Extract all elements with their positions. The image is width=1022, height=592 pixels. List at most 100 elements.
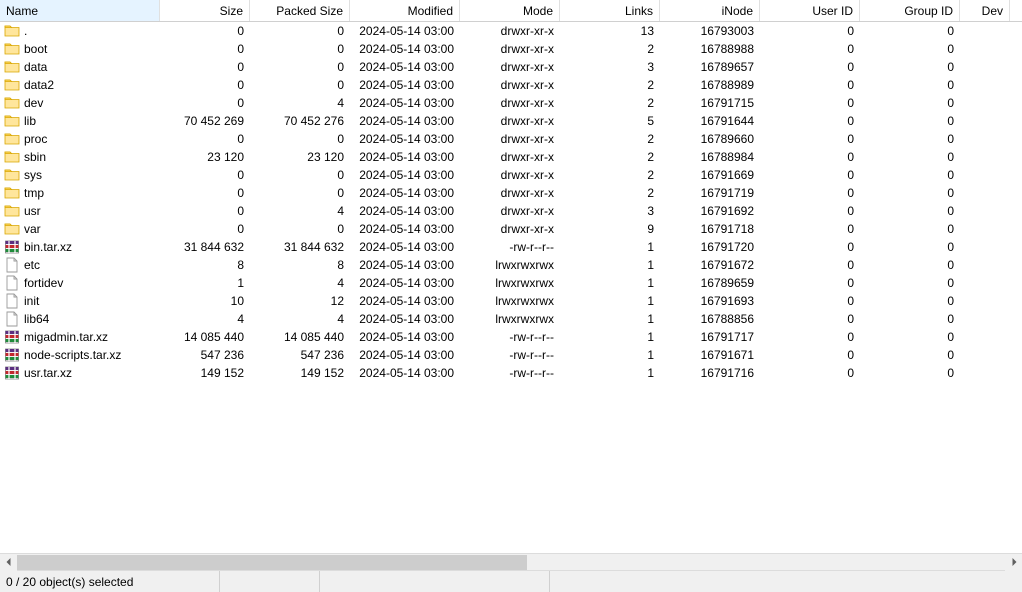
header-mode[interactable]: Mode xyxy=(460,0,560,21)
file-name: fortidev xyxy=(24,276,63,290)
cell-size: 0 xyxy=(160,222,250,236)
table-row[interactable]: var002024-05-14 03:00drwxr-xr-x916791718… xyxy=(0,220,1022,238)
table-row[interactable]: node-scripts.tar.xz547 236547 2362024-05… xyxy=(0,346,1022,364)
cell-modified: 2024-05-14 03:00 xyxy=(350,60,460,74)
cell-packed: 0 xyxy=(250,78,350,92)
cell-uid: 0 xyxy=(760,24,860,38)
cell-packed: 14 085 440 xyxy=(250,330,350,344)
cell-mode: drwxr-xr-x xyxy=(460,222,560,236)
cell-size: 0 xyxy=(160,24,250,38)
folder-icon xyxy=(4,41,20,57)
scroll-left-arrow-icon[interactable] xyxy=(0,554,17,571)
cell-name: . xyxy=(0,23,160,39)
status-selection: 0 / 20 object(s) selected xyxy=(0,571,220,592)
table-row[interactable]: data2002024-05-14 03:00drwxr-xr-x2167889… xyxy=(0,76,1022,94)
cell-gid: 0 xyxy=(860,258,960,272)
header-label: iNode xyxy=(722,4,753,18)
header-dev[interactable]: Dev xyxy=(960,0,1010,21)
header-size[interactable]: Size xyxy=(160,0,250,21)
table-row[interactable]: .002024-05-14 03:00drwxr-xr-x13167930030… xyxy=(0,22,1022,40)
file-icon xyxy=(4,275,20,291)
cell-mode: lrwxrwxrwx xyxy=(460,258,560,272)
folder-icon xyxy=(4,203,20,219)
cell-inode: 16791715 xyxy=(660,96,760,110)
cell-name: usr xyxy=(0,203,160,219)
file-name: bin.tar.xz xyxy=(24,240,72,254)
cell-links: 1 xyxy=(560,330,660,344)
cell-inode: 16791644 xyxy=(660,114,760,128)
cell-inode: 16791720 xyxy=(660,240,760,254)
table-row[interactable]: tmp002024-05-14 03:00drwxr-xr-x216791719… xyxy=(0,184,1022,202)
table-row[interactable]: lib70 452 26970 452 2762024-05-14 03:00d… xyxy=(0,112,1022,130)
cell-gid: 0 xyxy=(860,132,960,146)
table-row[interactable]: migadmin.tar.xz14 085 44014 085 4402024-… xyxy=(0,328,1022,346)
status-text: 0 / 20 object(s) selected xyxy=(6,575,133,589)
file-list[interactable]: .002024-05-14 03:00drwxr-xr-x13167930030… xyxy=(0,22,1022,553)
cell-packed: 4 xyxy=(250,96,350,110)
scroll-track[interactable] xyxy=(17,554,1005,570)
cell-gid: 0 xyxy=(860,96,960,110)
table-row[interactable]: proc002024-05-14 03:00drwxr-xr-x21678966… xyxy=(0,130,1022,148)
horizontal-scrollbar[interactable] xyxy=(0,553,1022,570)
table-row[interactable]: etc882024-05-14 03:00lrwxrwxrwx116791672… xyxy=(0,256,1022,274)
table-row[interactable]: data002024-05-14 03:00drwxr-xr-x31678965… xyxy=(0,58,1022,76)
cell-inode: 16791672 xyxy=(660,258,760,272)
cell-links: 1 xyxy=(560,366,660,380)
table-row[interactable]: usr042024-05-14 03:00drwxr-xr-x316791692… xyxy=(0,202,1022,220)
cell-inode: 16791669 xyxy=(660,168,760,182)
cell-packed: 4 xyxy=(250,312,350,326)
cell-packed: 8 xyxy=(250,258,350,272)
header-label: Dev xyxy=(982,4,1003,18)
cell-name: boot xyxy=(0,41,160,57)
cell-size: 23 120 xyxy=(160,150,250,164)
table-row[interactable]: bin.tar.xz31 844 63231 844 6322024-05-14… xyxy=(0,238,1022,256)
cell-inode: 16791717 xyxy=(660,330,760,344)
header-label: Group ID xyxy=(904,4,953,18)
table-row[interactable]: lib64442024-05-14 03:00lrwxrwxrwx1167888… xyxy=(0,310,1022,328)
table-row[interactable]: sys002024-05-14 03:00drwxr-xr-x216791669… xyxy=(0,166,1022,184)
cell-inode: 16791693 xyxy=(660,294,760,308)
table-row[interactable]: init10122024-05-14 03:00lrwxrwxrwx116791… xyxy=(0,292,1022,310)
cell-gid: 0 xyxy=(860,276,960,290)
archive-icon xyxy=(4,239,20,255)
table-row[interactable]: sbin23 12023 1202024-05-14 03:00drwxr-xr… xyxy=(0,148,1022,166)
table-row[interactable]: boot002024-05-14 03:00drwxr-xr-x21678898… xyxy=(0,40,1022,58)
header-modified[interactable]: Modified xyxy=(350,0,460,21)
header-name[interactable]: Name xyxy=(0,0,160,21)
file-name: etc xyxy=(24,258,40,272)
cell-mode: lrwxrwxrwx xyxy=(460,276,560,290)
header-uid[interactable]: User ID xyxy=(760,0,860,21)
cell-mode: -rw-r--r-- xyxy=(460,330,560,344)
cell-mode: -rw-r--r-- xyxy=(460,348,560,362)
cell-modified: 2024-05-14 03:00 xyxy=(350,240,460,254)
header-links[interactable]: Links xyxy=(560,0,660,21)
table-row[interactable]: fortidev142024-05-14 03:00lrwxrwxrwx1167… xyxy=(0,274,1022,292)
cell-uid: 0 xyxy=(760,168,860,182)
cell-links: 2 xyxy=(560,78,660,92)
column-headers: Name Size Packed Size Modified Mode Link… xyxy=(0,0,1022,22)
cell-name: data2 xyxy=(0,77,160,93)
cell-gid: 0 xyxy=(860,330,960,344)
header-gid[interactable]: Group ID xyxy=(860,0,960,21)
scroll-right-arrow-icon[interactable] xyxy=(1005,554,1022,571)
table-row[interactable]: dev042024-05-14 03:00drwxr-xr-x216791715… xyxy=(0,94,1022,112)
cell-inode: 16788856 xyxy=(660,312,760,326)
cell-size: 31 844 632 xyxy=(160,240,250,254)
cell-mode: lrwxrwxrwx xyxy=(460,294,560,308)
header-inode[interactable]: iNode xyxy=(660,0,760,21)
cell-size: 4 xyxy=(160,312,250,326)
status-pane-2 xyxy=(220,571,320,592)
scroll-thumb[interactable] xyxy=(17,555,527,570)
table-row[interactable]: usr.tar.xz149 152149 1522024-05-14 03:00… xyxy=(0,364,1022,382)
cell-links: 2 xyxy=(560,186,660,200)
cell-size: 0 xyxy=(160,132,250,146)
cell-gid: 0 xyxy=(860,204,960,218)
cell-mode: drwxr-xr-x xyxy=(460,168,560,182)
header-packed[interactable]: Packed Size xyxy=(250,0,350,21)
cell-uid: 0 xyxy=(760,132,860,146)
folder-icon xyxy=(4,221,20,237)
cell-size: 0 xyxy=(160,78,250,92)
cell-gid: 0 xyxy=(860,168,960,182)
folder-icon xyxy=(4,185,20,201)
cell-packed: 12 xyxy=(250,294,350,308)
